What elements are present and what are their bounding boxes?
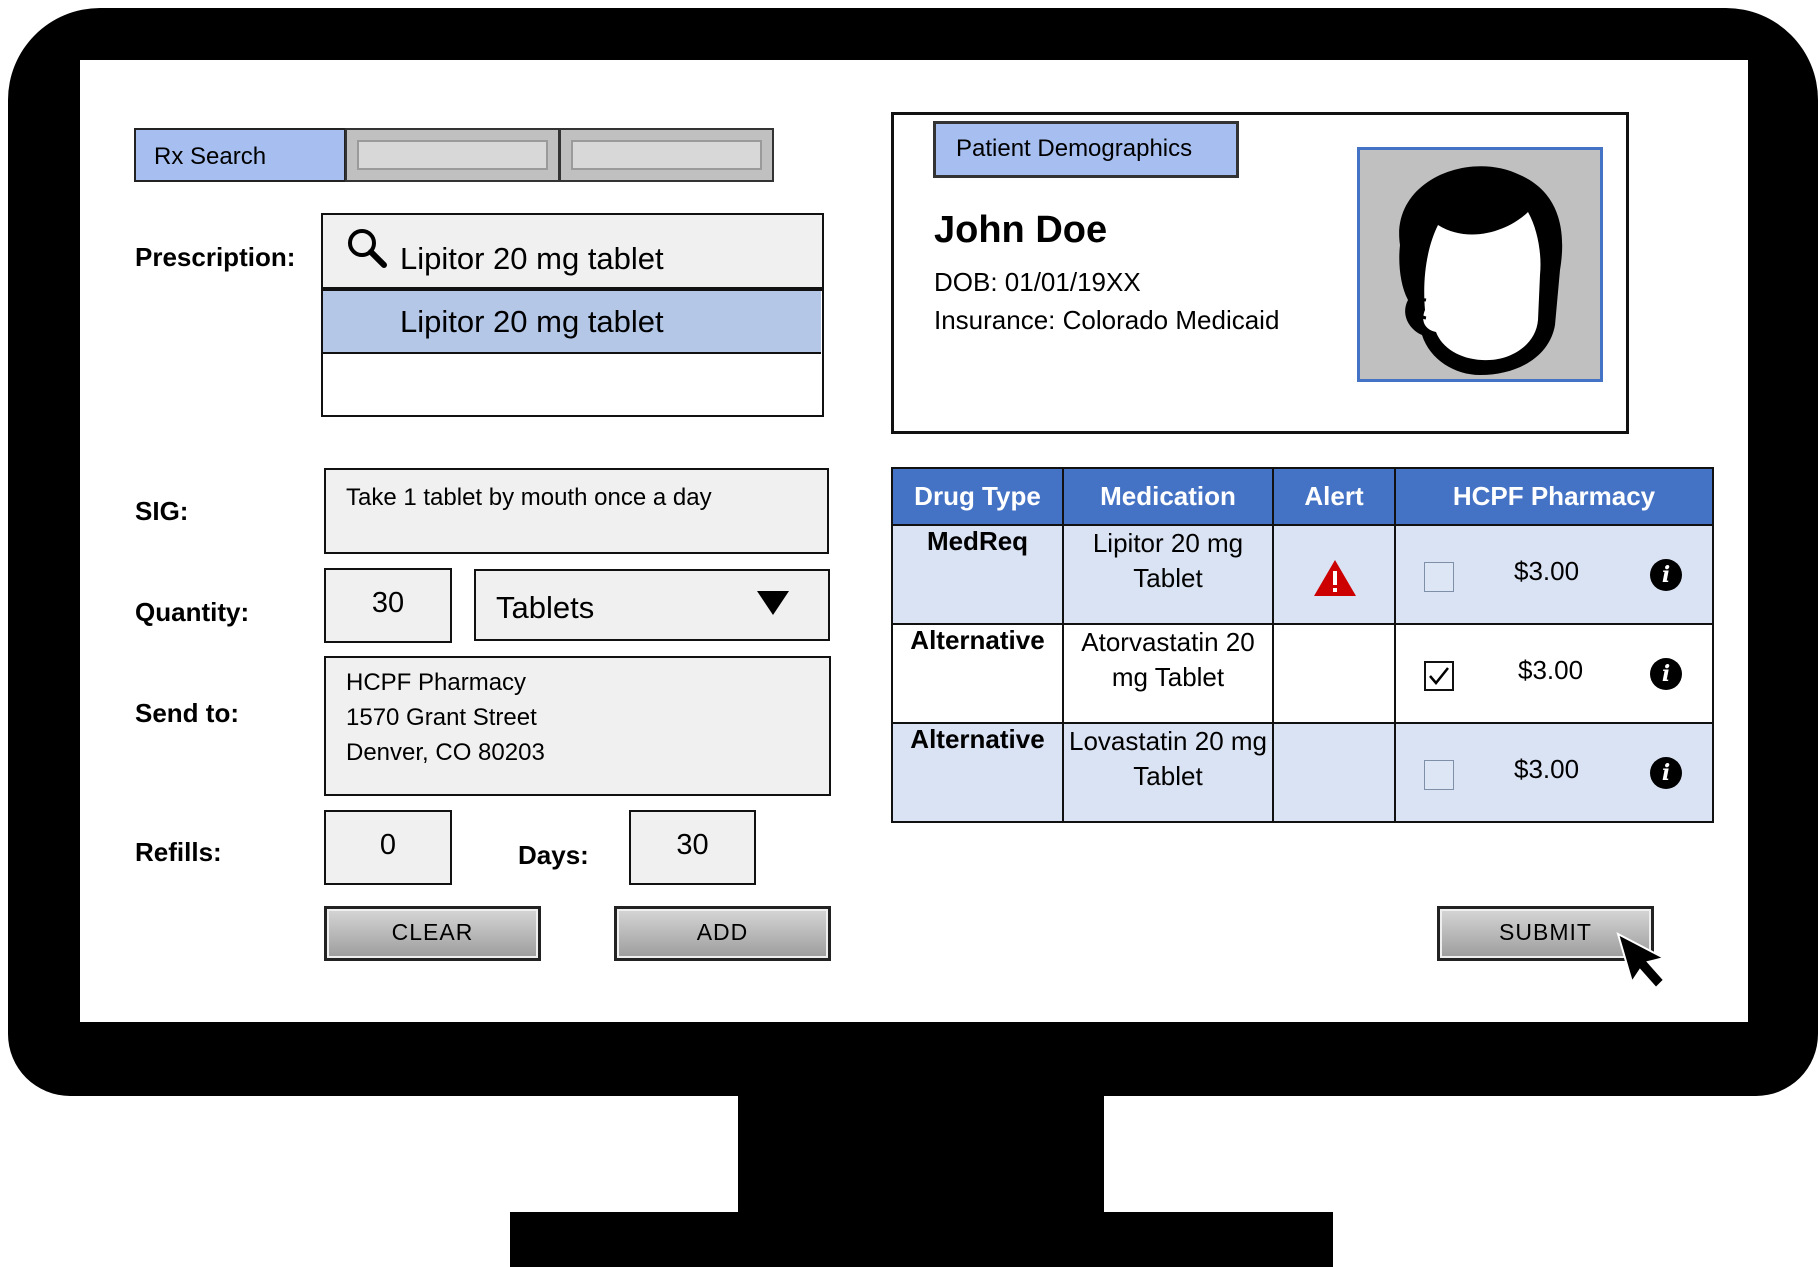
days-label: Days:: [518, 840, 589, 870]
sig-label: SIG:: [135, 496, 189, 526]
price-label: $3.00: [1514, 556, 1580, 586]
medication-cell: Atorvastatin 20 mg Tablet: [1062, 623, 1274, 724]
patient-insurance: Insurance: Colorado Medicaid: [934, 305, 1280, 335]
monitor-stand-neck: [738, 1094, 1104, 1214]
drug-type-cell: Alternative: [891, 722, 1064, 823]
send-to-label: Send to:: [135, 698, 239, 728]
column-header-drug-type: Drug Type: [891, 467, 1064, 526]
sig-textarea[interactable]: Take 1 tablet by mouth once a day: [324, 468, 829, 554]
unit-select-value: Tablets: [496, 590, 595, 625]
alert-cell: [1272, 623, 1396, 724]
select-checkbox[interactable]: [1424, 661, 1454, 691]
patient-name: John Doe: [934, 209, 1108, 251]
price-label: $3.00: [1518, 655, 1584, 685]
tab-blank-2[interactable]: [559, 128, 774, 182]
unit-select[interactable]: Tablets: [474, 569, 830, 641]
info-icon[interactable]: i: [1650, 757, 1682, 789]
send-to-line-3: Denver, CO 80203: [346, 739, 545, 766]
price-label: $3.00: [1514, 754, 1580, 784]
drug-type-cell: Alternative: [891, 623, 1064, 724]
suggestion-item-2[interactable]: [323, 354, 821, 414]
tab-rx-search-label: Rx Search: [154, 143, 267, 170]
pharmacy-cell: $3.00 i: [1394, 623, 1714, 724]
prescription-label: Prescription:: [135, 242, 296, 272]
drug-options-table: Drug Type Medication Alert HCPF Pharmacy…: [891, 467, 1714, 823]
table-row[interactable]: MedReq Lipitor 20 mg Tablet $3.00 i: [891, 524, 1714, 625]
tab-blank-2-inner: [571, 140, 762, 170]
checkmark-icon: [1429, 667, 1449, 685]
table-header-row: Drug Type Medication Alert HCPF Pharmacy: [891, 467, 1714, 526]
column-header-hcpf-pharmacy: HCPF Pharmacy: [1394, 467, 1714, 526]
suggestion-item-1-label: Lipitor 20 mg tablet: [400, 304, 664, 339]
medication-cell: Lovastatin 20 mg Tablet: [1062, 722, 1274, 823]
table-row[interactable]: Alternative Atorvastatin 20 mg Tablet $3…: [891, 623, 1714, 724]
send-to-address-field[interactable]: HCPF Pharmacy 1570 Grant Street Denver, …: [324, 656, 831, 796]
prescription-suggestion-list: Lipitor 20 mg tablet: [321, 289, 824, 417]
tab-rx-search[interactable]: Rx Search: [134, 128, 346, 182]
select-checkbox[interactable]: [1424, 760, 1454, 790]
column-header-alert: Alert: [1272, 467, 1396, 526]
suggestion-item-1[interactable]: Lipitor 20 mg tablet: [323, 291, 821, 354]
search-icon: [348, 229, 387, 268]
quantity-label: Quantity:: [135, 597, 250, 627]
refills-label: Refills:: [135, 837, 222, 867]
mouse-cursor-icon: [1616, 932, 1667, 990]
refills-input[interactable]: 0: [324, 810, 452, 885]
tab-blank-1[interactable]: [345, 128, 560, 182]
add-button[interactable]: ADD: [614, 906, 831, 961]
pharmacy-cell: $3.00 i: [1394, 524, 1714, 625]
send-to-line-2: 1570 Grant Street: [346, 704, 537, 731]
patient-dob: DOB: 01/01/19XX: [934, 267, 1141, 297]
alert-cell: [1272, 722, 1396, 823]
info-icon[interactable]: i: [1650, 559, 1682, 591]
days-input[interactable]: 30: [629, 810, 756, 885]
pharmacy-cell: $3.00 i: [1394, 722, 1714, 823]
avatar-face-icon: [1399, 166, 1563, 375]
medication-cell: Lipitor 20 mg Tablet: [1062, 524, 1274, 625]
tab-blank-1-inner: [357, 140, 548, 170]
monitor-stand-base: [510, 1212, 1333, 1267]
sig-value: Take 1 tablet by mouth once a day: [346, 484, 712, 511]
quantity-input[interactable]: 30: [324, 568, 452, 643]
patient-avatar: [1357, 147, 1603, 382]
alert-cell: [1272, 524, 1396, 625]
prescription-search-input[interactable]: Lipitor 20 mg tablet: [321, 213, 824, 289]
info-icon[interactable]: i: [1650, 658, 1682, 690]
drug-type-cell: MedReq: [891, 524, 1064, 625]
column-header-medication: Medication: [1062, 467, 1274, 526]
table-row[interactable]: Alternative Lovastatin 20 mg Tablet $3.0…: [891, 722, 1714, 823]
chevron-down-icon[interactable]: [755, 587, 791, 617]
patient-demographics-tab[interactable]: Patient Demographics: [933, 121, 1239, 178]
clear-button[interactable]: CLEAR: [324, 906, 541, 961]
select-checkbox[interactable]: [1424, 562, 1454, 592]
prescription-search-value: Lipitor 20 mg tablet: [400, 241, 664, 276]
warning-icon[interactable]: [1312, 558, 1358, 598]
send-to-line-1: HCPF Pharmacy: [346, 669, 527, 696]
